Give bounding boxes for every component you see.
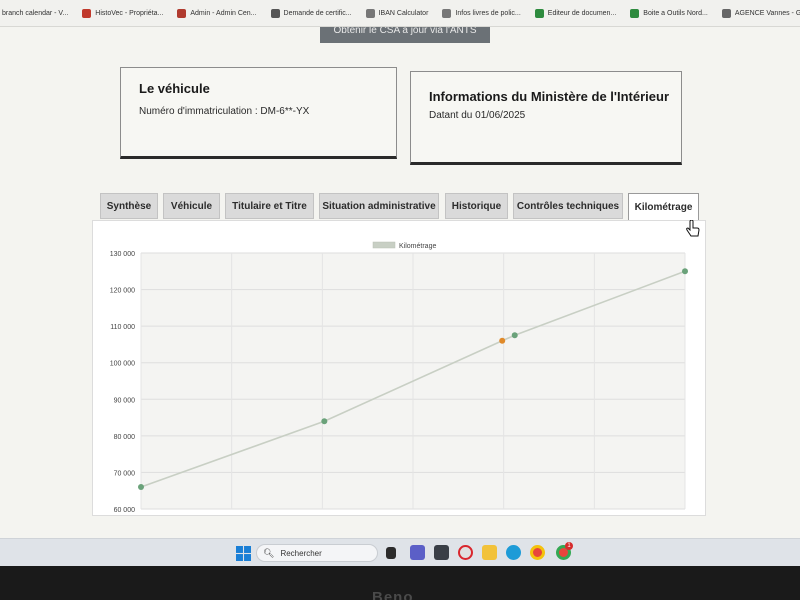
- legend-swatch: [372, 241, 396, 249]
- bookmark-favicon-icon: [721, 8, 731, 18]
- bookmark-favicon-icon: [82, 8, 92, 18]
- tab-kilometrage[interactable]: Kilométrage: [628, 193, 699, 221]
- data-point: [138, 484, 144, 491]
- tab-synthese[interactable]: Synthèse: [100, 193, 158, 219]
- search-icon: 🔍︎: [263, 547, 275, 558]
- y-tick-label: 60 000: [114, 507, 136, 514]
- bookmark-item[interactable]: IBAN Calculator: [365, 8, 429, 18]
- bookmark-item[interactable]: HistoVec - Propriéta...: [82, 8, 164, 18]
- tab-controles-techniques[interactable]: Contrôles techniques: [513, 193, 623, 219]
- ministry-card-title: Informations du Ministère de l'Intérieur: [429, 89, 670, 104]
- data-point: [321, 418, 328, 425]
- bookmark-favicon-icon: [534, 8, 544, 18]
- data-point: [499, 337, 506, 344]
- bookmark-favicon-icon: [177, 8, 187, 18]
- vehicle-card: Le véhicule Numéro d'immatriculation : D…: [120, 67, 397, 159]
- bookmark-label: Editeur de documen...: [547, 9, 617, 17]
- y-tick-label: 130 000: [110, 251, 135, 258]
- data-point: [511, 332, 518, 339]
- bookmark-favicon-icon: [270, 8, 280, 18]
- bookmark-item[interactable]: Admin - Admin Cen...: [177, 8, 257, 18]
- taskbar-search[interactable]: 🔍︎ Rechercher: [256, 544, 378, 562]
- tab-historique[interactable]: Historique: [445, 193, 508, 219]
- tab-vehicule[interactable]: Véhicule: [163, 193, 220, 219]
- y-tick-label: 120 000: [110, 288, 135, 295]
- ants-csa-button[interactable]: Obtenir le CSA à jour via l'ANTS: [320, 27, 490, 43]
- edge-icon[interactable]: [506, 545, 521, 560]
- task-view-icon[interactable]: [386, 547, 396, 559]
- y-tick-label: 90 000: [114, 397, 136, 404]
- bookmark-favicon-icon: [630, 8, 640, 18]
- bookmarks-bar: branch calendar - V... HistoVec - Proprié…: [0, 0, 800, 27]
- windows-start-icon[interactable]: [236, 546, 251, 561]
- bookmark-label: HistoVec - Propriéta...: [95, 9, 164, 17]
- data-point: [682, 268, 688, 275]
- ministry-card: Informations du Ministère de l'Intérieur…: [410, 71, 682, 165]
- opera-icon[interactable]: [458, 545, 473, 560]
- mileage-chart: 60 000 70 000 80 000 90 000 100 000 110 000 12…: [110, 241, 688, 514]
- monitor-brand-logo: Beno: [372, 589, 414, 600]
- bookmark-item[interactable]: Demande de certific...: [270, 8, 352, 18]
- bookmark-label: Boite a Outils Nord...: [643, 9, 708, 17]
- mileage-chart-panel: 60 000 70 000 80 000 90 000 100 000 110 000 12…: [92, 220, 706, 516]
- windows-taskbar: 🔍︎ Rechercher 1: [0, 538, 800, 566]
- bookmark-label: IBAN Calculator: [378, 9, 429, 17]
- bookmark-item[interactable]: branch calendar - V...: [2, 10, 68, 17]
- registration-number: Numéro d'immatriculation : DM-6**-YX: [139, 106, 310, 117]
- bookmark-label: Demande de certific...: [283, 9, 352, 17]
- bookmark-item[interactable]: AGENCE Vannes - G...: [721, 8, 800, 18]
- chrome-icon[interactable]: [530, 545, 545, 560]
- y-tick-label: 80 000: [114, 434, 136, 441]
- y-tick-label: 110 000: [110, 324, 135, 331]
- y-tick-label: 70 000: [114, 470, 136, 477]
- bookmark-label: branch calendar - V...: [2, 9, 69, 17]
- vehicle-card-title: Le véhicule: [139, 81, 210, 96]
- bookmark-item[interactable]: Editeur de documen...: [534, 8, 617, 18]
- store-icon[interactable]: [434, 545, 449, 560]
- bookmark-item[interactable]: Infos livres de polic...: [442, 8, 521, 18]
- file-explorer-icon[interactable]: [482, 545, 497, 560]
- bookmark-label: AGENCE Vannes - G...: [734, 9, 800, 17]
- bookmark-label: Admin - Admin Cen...: [190, 9, 257, 17]
- bookmark-favicon-icon: [365, 8, 375, 18]
- bookmark-favicon-icon: [442, 8, 452, 18]
- teams-icon[interactable]: [410, 545, 425, 560]
- notification-badge: 1: [565, 542, 573, 550]
- legend-label: Kilométrage: [399, 243, 436, 250]
- search-placeholder: Rechercher: [280, 548, 322, 558]
- bookmark-item[interactable]: Boite a Outils Nord...: [630, 8, 708, 18]
- y-tick-label: 100 000: [110, 361, 135, 368]
- bookmark-label: Infos livres de polic...: [455, 9, 521, 17]
- tab-titulaire-titre[interactable]: Titulaire et Titre: [225, 193, 314, 219]
- hand-cursor-icon: [686, 220, 700, 237]
- ministry-date: Datant du 01/06/2025: [429, 110, 526, 121]
- tab-situation-administrative[interactable]: Situation administrative: [319, 193, 439, 219]
